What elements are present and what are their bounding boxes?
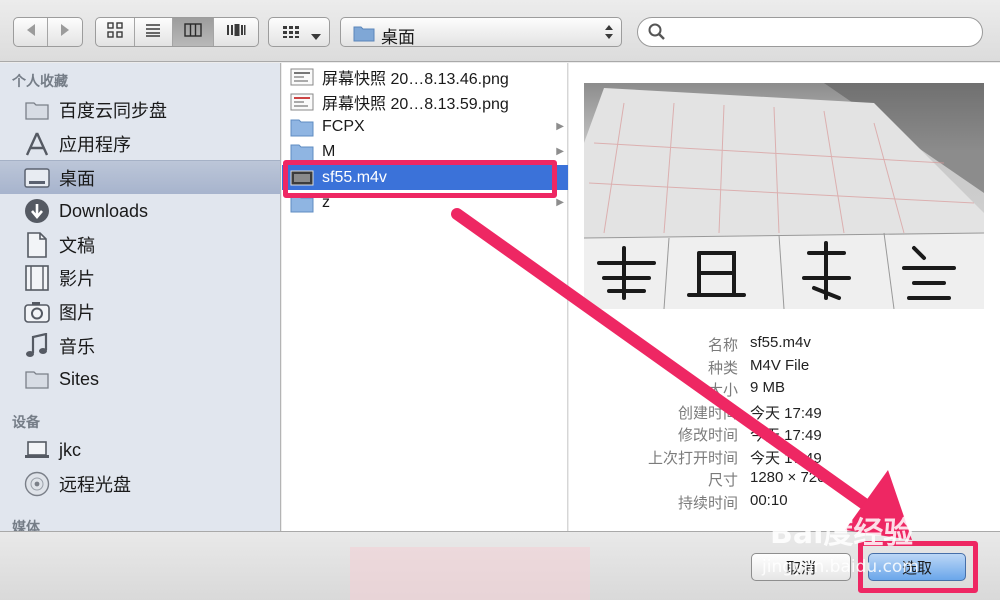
- watermark-url: jingyan.baidu.com: [762, 557, 919, 577]
- watermark-brand: Bai度经验: [770, 516, 914, 551]
